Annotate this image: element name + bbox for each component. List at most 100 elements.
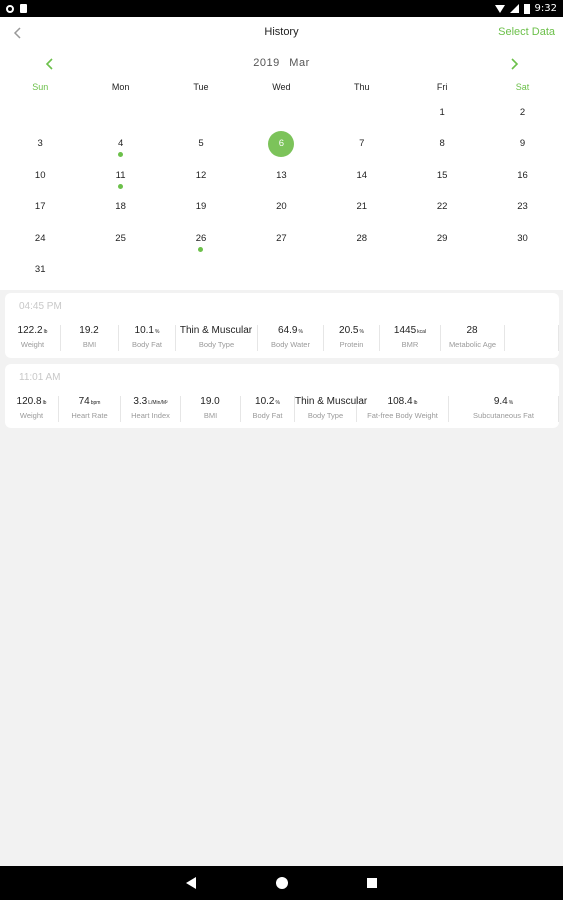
- calendar-day-number: 17: [34, 201, 46, 212]
- metric-item: Thin & Muscular Body Type: [176, 325, 258, 351]
- calendar-day-number: 27: [276, 233, 287, 244]
- calendar-day-number: 9: [519, 138, 526, 149]
- metric-value-line: 74bpm: [59, 396, 120, 409]
- metric-label: Weight: [20, 340, 45, 349]
- calendar-day[interactable]: 31: [0, 256, 80, 284]
- metric-label: Body Water: [271, 340, 310, 349]
- calendar-day[interactable]: 4: [80, 130, 160, 158]
- metric-value-line: Thin & Muscular: [176, 325, 257, 338]
- calendar-day-number: 7: [359, 138, 365, 149]
- calendar-day-number: 19: [195, 201, 207, 212]
- calendar-day-number: 21: [356, 201, 368, 212]
- system-nav-bar: [0, 866, 563, 900]
- weekday-label: Wed: [272, 82, 291, 92]
- calendar-day[interactable]: 23: [482, 193, 562, 221]
- next-month-icon[interactable]: [508, 57, 520, 71]
- metric-item: [505, 325, 559, 351]
- wifi-icon: [494, 4, 505, 13]
- nav-back-icon[interactable]: [186, 877, 196, 889]
- calendar-day[interactable]: 12: [161, 162, 241, 190]
- metric-value: 19.0: [200, 396, 220, 407]
- calendar-day[interactable]: 5: [161, 130, 241, 158]
- metric-value: 108.4: [387, 396, 413, 407]
- history-record-card[interactable]: 04:45 PM 122.2lb Weight 19.2 BMI 10.1% Body Fa…: [5, 293, 559, 358]
- metric-value-line: 20.5%: [324, 325, 379, 338]
- nav-recents-icon[interactable]: [367, 878, 377, 888]
- calendar-day[interactable]: 10: [0, 162, 80, 190]
- calendar-day[interactable]: 1: [402, 99, 482, 127]
- calendar-empty-cell: [161, 256, 241, 284]
- calendar-day[interactable]: 13: [241, 162, 321, 190]
- calendar-week-row: 12: [0, 99, 563, 127]
- history-record-card[interactable]: 11:01 AM 120.8lb Weight 74bpm Heart Rate 3.3L…: [5, 364, 559, 428]
- status-bar: 9:32: [0, 0, 563, 17]
- metric-item: Thin & Muscular Body Type: [295, 396, 367, 422]
- calendar-day[interactable]: 8: [402, 130, 482, 158]
- metric-value-line: 19.0: [181, 396, 240, 409]
- metric-item: 1445kcal BMR: [380, 325, 441, 351]
- metric-label: Body Type: [198, 340, 235, 349]
- calendar-empty-cell: [161, 99, 241, 127]
- calendar-empty-cell: [482, 256, 562, 284]
- calendar-empty-cell: [80, 99, 160, 127]
- calendar-day[interactable]: 15: [402, 162, 482, 190]
- metric-value: 9.4: [493, 396, 508, 407]
- calendar-day[interactable]: 18: [80, 193, 160, 221]
- month-year-label: 2019 Mar: [0, 57, 563, 69]
- calendar-day[interactable]: 7: [322, 130, 402, 158]
- calendar-day[interactable]: 9: [482, 130, 562, 158]
- calendar-day[interactable]: 24: [0, 225, 80, 253]
- calendar-day-number: 14: [356, 170, 368, 181]
- metric-value-line: 122.2lb: [5, 325, 60, 338]
- battery-icon: [523, 3, 530, 14]
- calendar-day-number: 10: [34, 170, 46, 181]
- calendar-day-number: 3: [37, 138, 43, 149]
- metric-value-line: 120.8lb: [5, 396, 58, 409]
- select-data-button[interactable]: Select Data: [498, 26, 555, 38]
- metric-label: Weight: [19, 411, 44, 420]
- metric-label: BMR: [401, 340, 419, 349]
- metric-label: Body Fat: [252, 411, 283, 420]
- metric-value: 120.8: [16, 396, 42, 407]
- calendar-day[interactable]: 26: [161, 225, 241, 253]
- calendar-day[interactable]: 19: [161, 193, 241, 221]
- calendar-day[interactable]: 30: [482, 225, 562, 253]
- header-bar: History Select Data: [0, 17, 563, 49]
- calendar-day[interactable]: 20: [241, 193, 321, 221]
- metric-value: 10.2: [255, 396, 275, 407]
- calendar-day[interactable]: 25: [80, 225, 160, 253]
- metric-item: 19.2 BMI: [61, 325, 119, 351]
- calendar-day-number: 8: [439, 138, 445, 149]
- calendar-day[interactable]: 6: [241, 130, 321, 158]
- calendar-day-number: 12: [195, 170, 207, 181]
- metric-label: Subcutaneous Fat: [473, 411, 534, 420]
- calendar-day[interactable]: 29: [402, 225, 482, 253]
- calendar-day[interactable]: 22: [402, 193, 482, 221]
- calendar-week-row: 17 18 19 20 21 22 23: [0, 193, 563, 221]
- calendar-day[interactable]: 16: [482, 162, 562, 190]
- calendar-empty-cell: [241, 256, 321, 284]
- calendar: 2019 Mar Sun Mon Tue Wed Thu Fri Sat 123456789…: [0, 49, 563, 290]
- calendar-empty-cell: [322, 99, 402, 127]
- calendar-day-number: 16: [517, 170, 528, 181]
- calendar-day[interactable]: 21: [322, 193, 402, 221]
- metric-item: 28 Metabolic Age: [441, 325, 505, 351]
- year-label: 2019: [253, 57, 280, 69]
- calendar-day[interactable]: 28: [322, 225, 402, 253]
- calendar-day[interactable]: 27: [241, 225, 321, 253]
- calendar-day[interactable]: 14: [322, 162, 402, 190]
- calendar-day-number: 30: [517, 233, 528, 244]
- metric-item: 10.2% Body Fat: [241, 396, 295, 422]
- calendar-day[interactable]: 2: [482, 99, 562, 127]
- weekday-label: Sat: [515, 82, 530, 92]
- calendar-day-number: 25: [115, 233, 126, 244]
- calendar-day-number: 20: [276, 201, 287, 212]
- metric-value-line: 10.1%: [119, 325, 175, 338]
- calendar-day[interactable]: 11: [80, 162, 160, 190]
- month-label: Mar: [289, 57, 310, 69]
- calendar-day[interactable]: 17: [0, 193, 80, 221]
- nav-home-icon[interactable]: [276, 877, 288, 889]
- metric-unit: %: [155, 329, 160, 335]
- has-data-dot: [118, 184, 124, 189]
- calendar-day[interactable]: 3: [0, 130, 80, 158]
